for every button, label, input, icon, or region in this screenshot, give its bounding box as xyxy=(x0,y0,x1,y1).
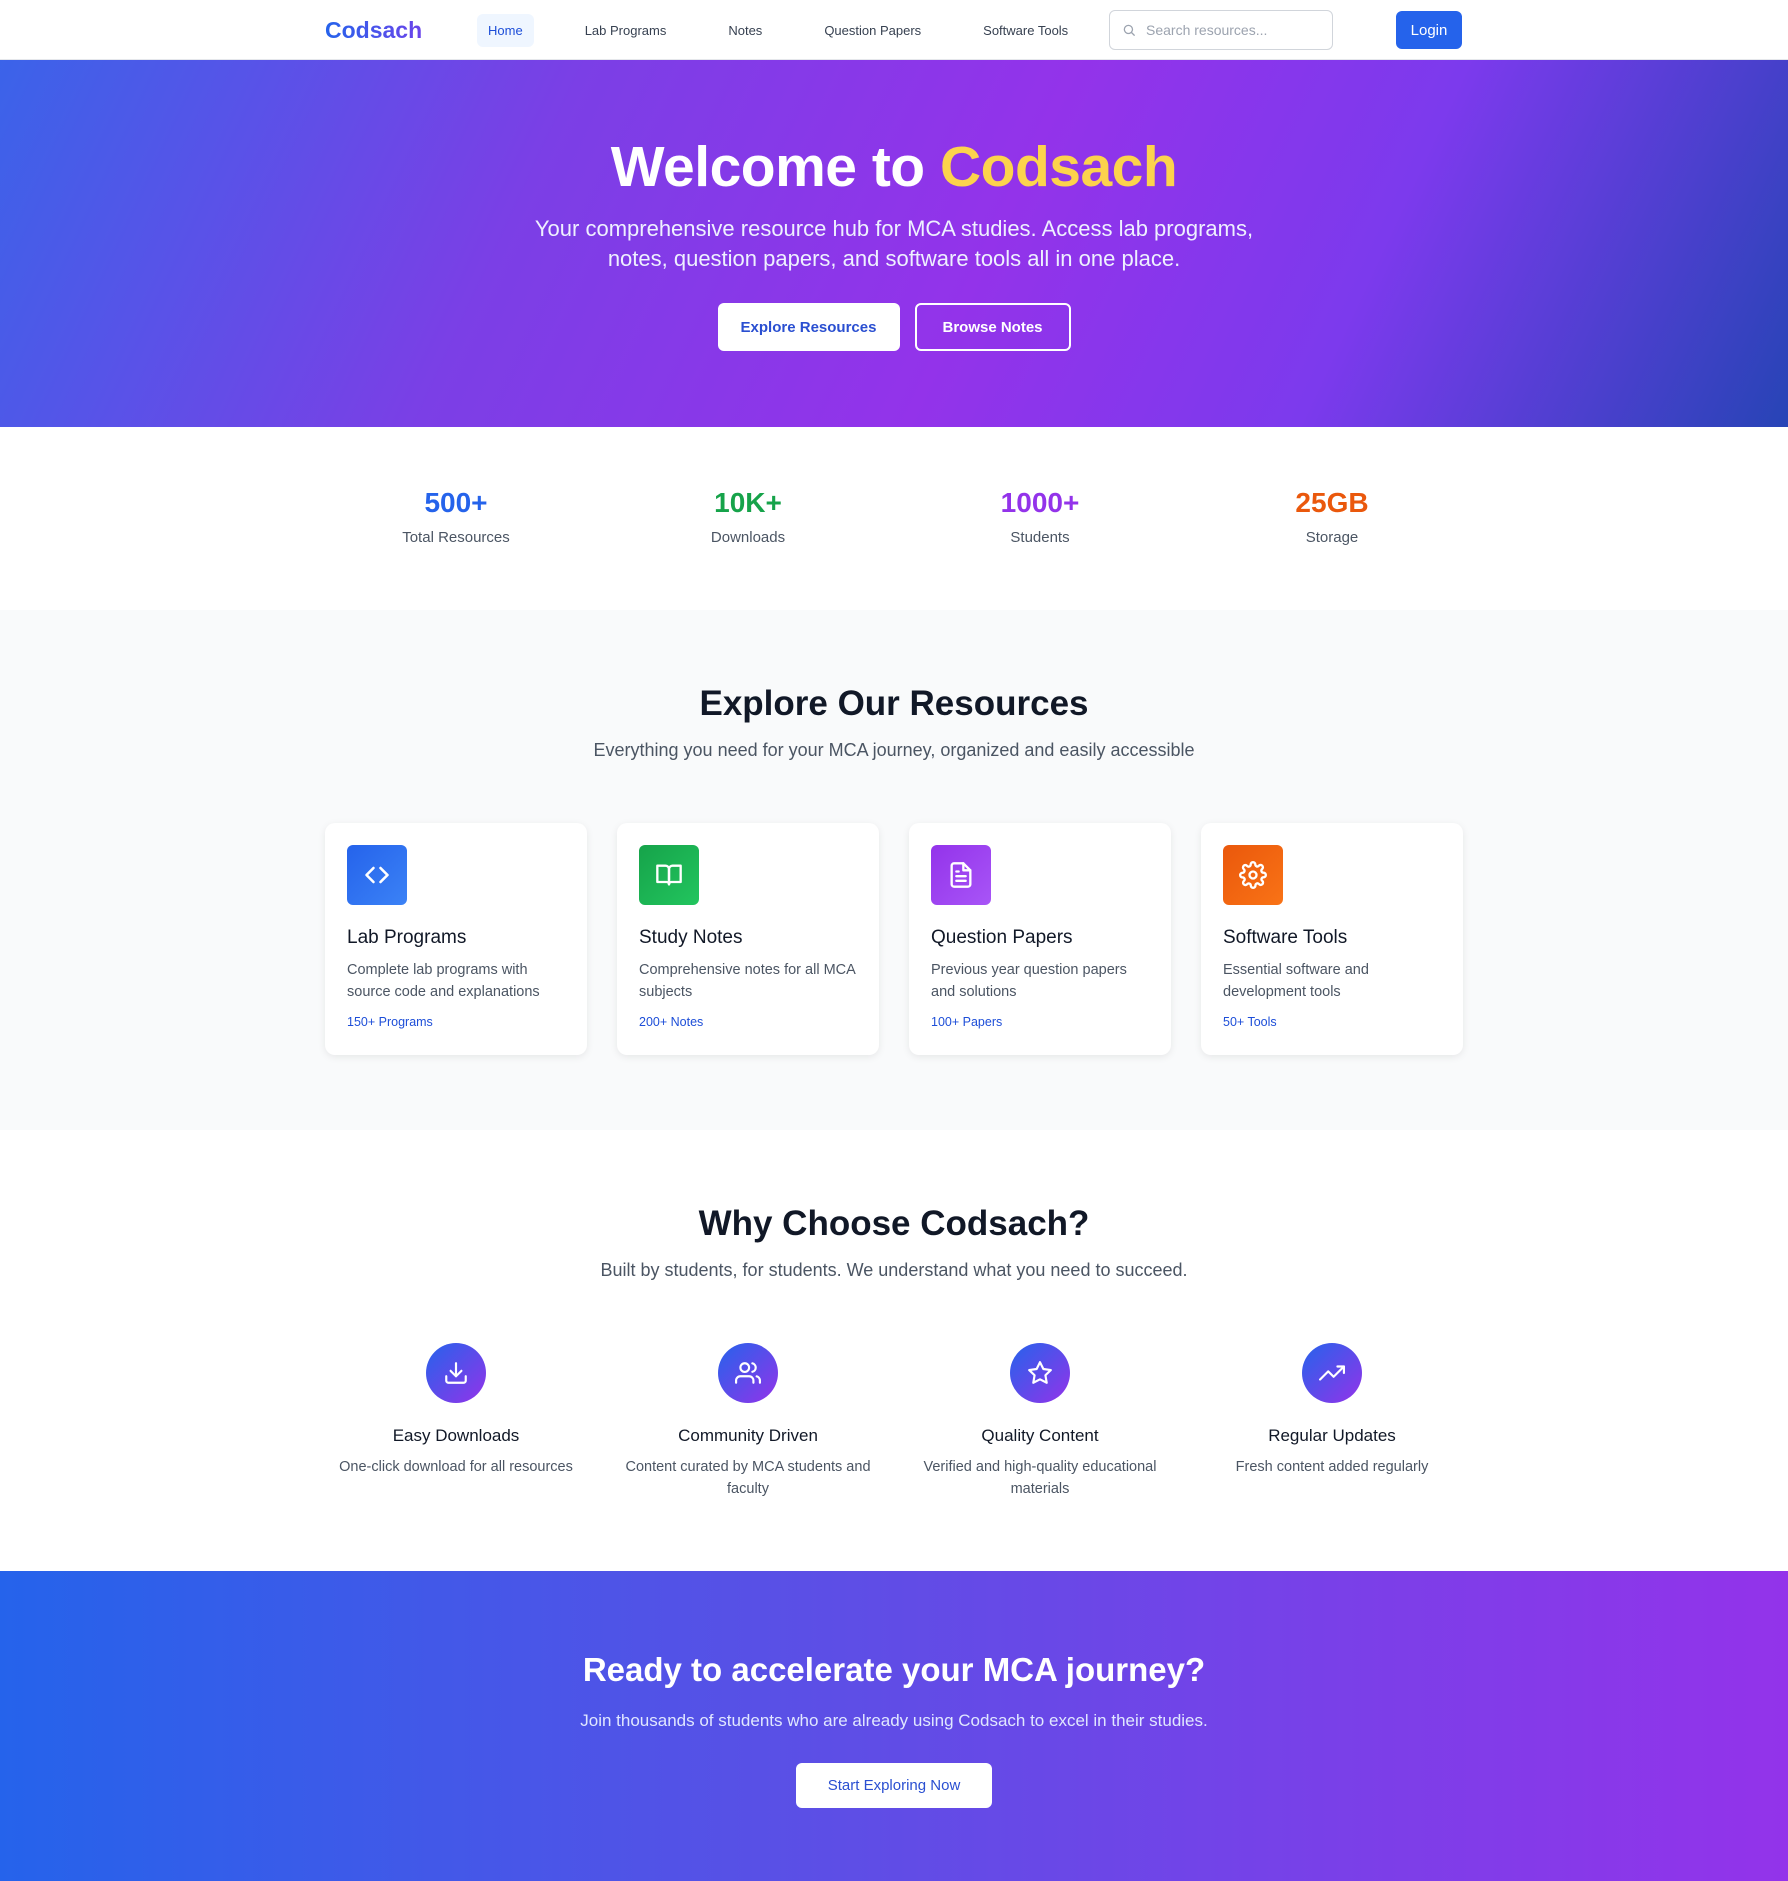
feature-description: Verified and high-quality educational ma… xyxy=(923,1459,1157,1497)
hero-title-accent: Codsach xyxy=(939,135,1178,199)
book-icon xyxy=(639,845,699,905)
stat-value: 500+ xyxy=(424,487,488,518)
card-count: 50+ Tools xyxy=(1223,1015,1277,1029)
navbar-inner: Codsach Home Lab Programs Notes Question… xyxy=(325,0,1462,60)
hero-buttons: Explore Resources Browse Notes xyxy=(0,303,1788,351)
start-exploring-button[interactable]: Start Exploring Now xyxy=(796,1763,992,1808)
resources-subtitle: Everything you need for your MCA journey… xyxy=(593,740,1195,760)
resource-card-software-tools[interactable]: Software Tools Essential software and de… xyxy=(1201,823,1463,1055)
stats-section: 500+ Total Resources 10K+ Downloads 1000… xyxy=(0,427,1788,610)
card-description: Complete lab programs with source code a… xyxy=(347,962,540,1000)
feature-regular-updates: Regular Updates Fresh content added regu… xyxy=(1197,1343,1467,1478)
card-title: Study Notes xyxy=(639,927,743,948)
why-subtitle: Built by students, for students. We unde… xyxy=(600,1260,1188,1280)
card-title: Lab Programs xyxy=(347,927,467,948)
card-count: 100+ Papers xyxy=(931,1015,1003,1029)
login-button[interactable]: Login xyxy=(1396,11,1462,49)
stat-label: Students xyxy=(1010,529,1070,546)
hero-title-prefix: Welcome to xyxy=(610,135,925,199)
download-icon xyxy=(426,1343,486,1403)
site-logo[interactable]: Codsach xyxy=(325,17,477,44)
feature-description: Fresh content added regularly xyxy=(1235,1459,1429,1475)
nav-link-home[interactable]: Home xyxy=(477,13,534,47)
explore-resources-button[interactable]: Explore Resources xyxy=(717,303,900,351)
browse-notes-button[interactable]: Browse Notes xyxy=(914,303,1071,351)
gear-icon xyxy=(1223,845,1283,905)
feature-easy-downloads: Easy Downloads One-click download for al… xyxy=(321,1343,591,1478)
stat-value: 1000+ xyxy=(1000,487,1080,518)
resource-card-question-papers[interactable]: Question Papers Previous year question p… xyxy=(909,823,1171,1055)
stat-total-resources: 500+ Total Resources xyxy=(310,487,602,546)
users-icon xyxy=(718,1343,778,1403)
stat-value: 10K+ xyxy=(714,487,782,518)
feature-title: Quality Content xyxy=(981,1426,1099,1445)
feature-description: Content curated by MCA students and facu… xyxy=(625,1459,871,1497)
card-description: Comprehensive notes for all MCA subjects xyxy=(639,962,855,1000)
top-navbar: Codsach Home Lab Programs Notes Question… xyxy=(0,0,1788,60)
hero-title: Welcome to Codsach xyxy=(0,134,1788,200)
cta-section: Ready to accelerate your MCA journey? Jo… xyxy=(0,1571,1788,1881)
star-icon xyxy=(1010,1343,1070,1403)
cta-title: Ready to accelerate your MCA journey? xyxy=(582,1651,1206,1688)
stat-label: Total Resources xyxy=(402,529,510,546)
search-box[interactable] xyxy=(1109,10,1333,50)
code-icon xyxy=(347,845,407,905)
nav-link-question-papers[interactable]: Question Papers xyxy=(813,14,932,47)
document-icon xyxy=(931,845,991,905)
stat-value: 25GB xyxy=(1295,487,1369,518)
nav-links: Home Lab Programs Notes Question Papers … xyxy=(477,13,1109,47)
feature-title: Regular Updates xyxy=(1268,1426,1396,1445)
feature-title: Easy Downloads xyxy=(392,1426,520,1445)
card-title: Question Papers xyxy=(931,927,1073,948)
resources-title: Explore Our Resources xyxy=(699,684,1089,723)
hero-subtitle: Your comprehensive resource hub for MCA … xyxy=(534,216,1254,271)
search-icon xyxy=(1123,24,1135,36)
nav-link-notes[interactable]: Notes xyxy=(717,14,773,47)
feature-title: Community Driven xyxy=(678,1426,818,1445)
resources-section: Explore Our Resources Everything you nee… xyxy=(0,610,1788,1130)
feature-quality-content: Quality Content Verified and high-qualit… xyxy=(905,1343,1175,1500)
stat-students: 1000+ Students xyxy=(894,487,1186,546)
card-description: Previous year question papers and soluti… xyxy=(931,962,1127,1000)
resource-card-lab-programs[interactable]: Lab Programs Complete lab programs with … xyxy=(325,823,587,1055)
card-count: 150+ Programs xyxy=(347,1015,433,1029)
feature-description: One-click download for all resources xyxy=(339,1459,573,1475)
cta-subtitle: Join thousands of students who are alrea… xyxy=(580,1711,1208,1730)
hero-section: Welcome to Codsach Your comprehensive re… xyxy=(0,60,1788,427)
resource-card-study-notes[interactable]: Study Notes Comprehensive notes for all … xyxy=(617,823,879,1055)
search-input[interactable] xyxy=(1146,22,1316,38)
nav-link-software-tools[interactable]: Software Tools xyxy=(972,14,1079,47)
stat-label: Storage xyxy=(1305,529,1359,546)
card-description: Essential software and development tools xyxy=(1223,962,1369,1000)
stat-downloads: 10K+ Downloads xyxy=(602,487,894,546)
why-title: Why Choose Codsach? xyxy=(698,1204,1090,1243)
why-section: Why Choose Codsach? Built by students, f… xyxy=(0,1130,1788,1571)
stat-storage: 25GB Storage xyxy=(1186,487,1478,546)
feature-community-driven: Community Driven Content curated by MCA … xyxy=(613,1343,883,1500)
nav-link-lab-programs[interactable]: Lab Programs xyxy=(574,14,678,47)
card-title: Software Tools xyxy=(1223,927,1348,948)
trending-up-icon xyxy=(1302,1343,1362,1403)
card-count: 200+ Notes xyxy=(639,1015,704,1029)
stat-label: Downloads xyxy=(710,529,786,546)
